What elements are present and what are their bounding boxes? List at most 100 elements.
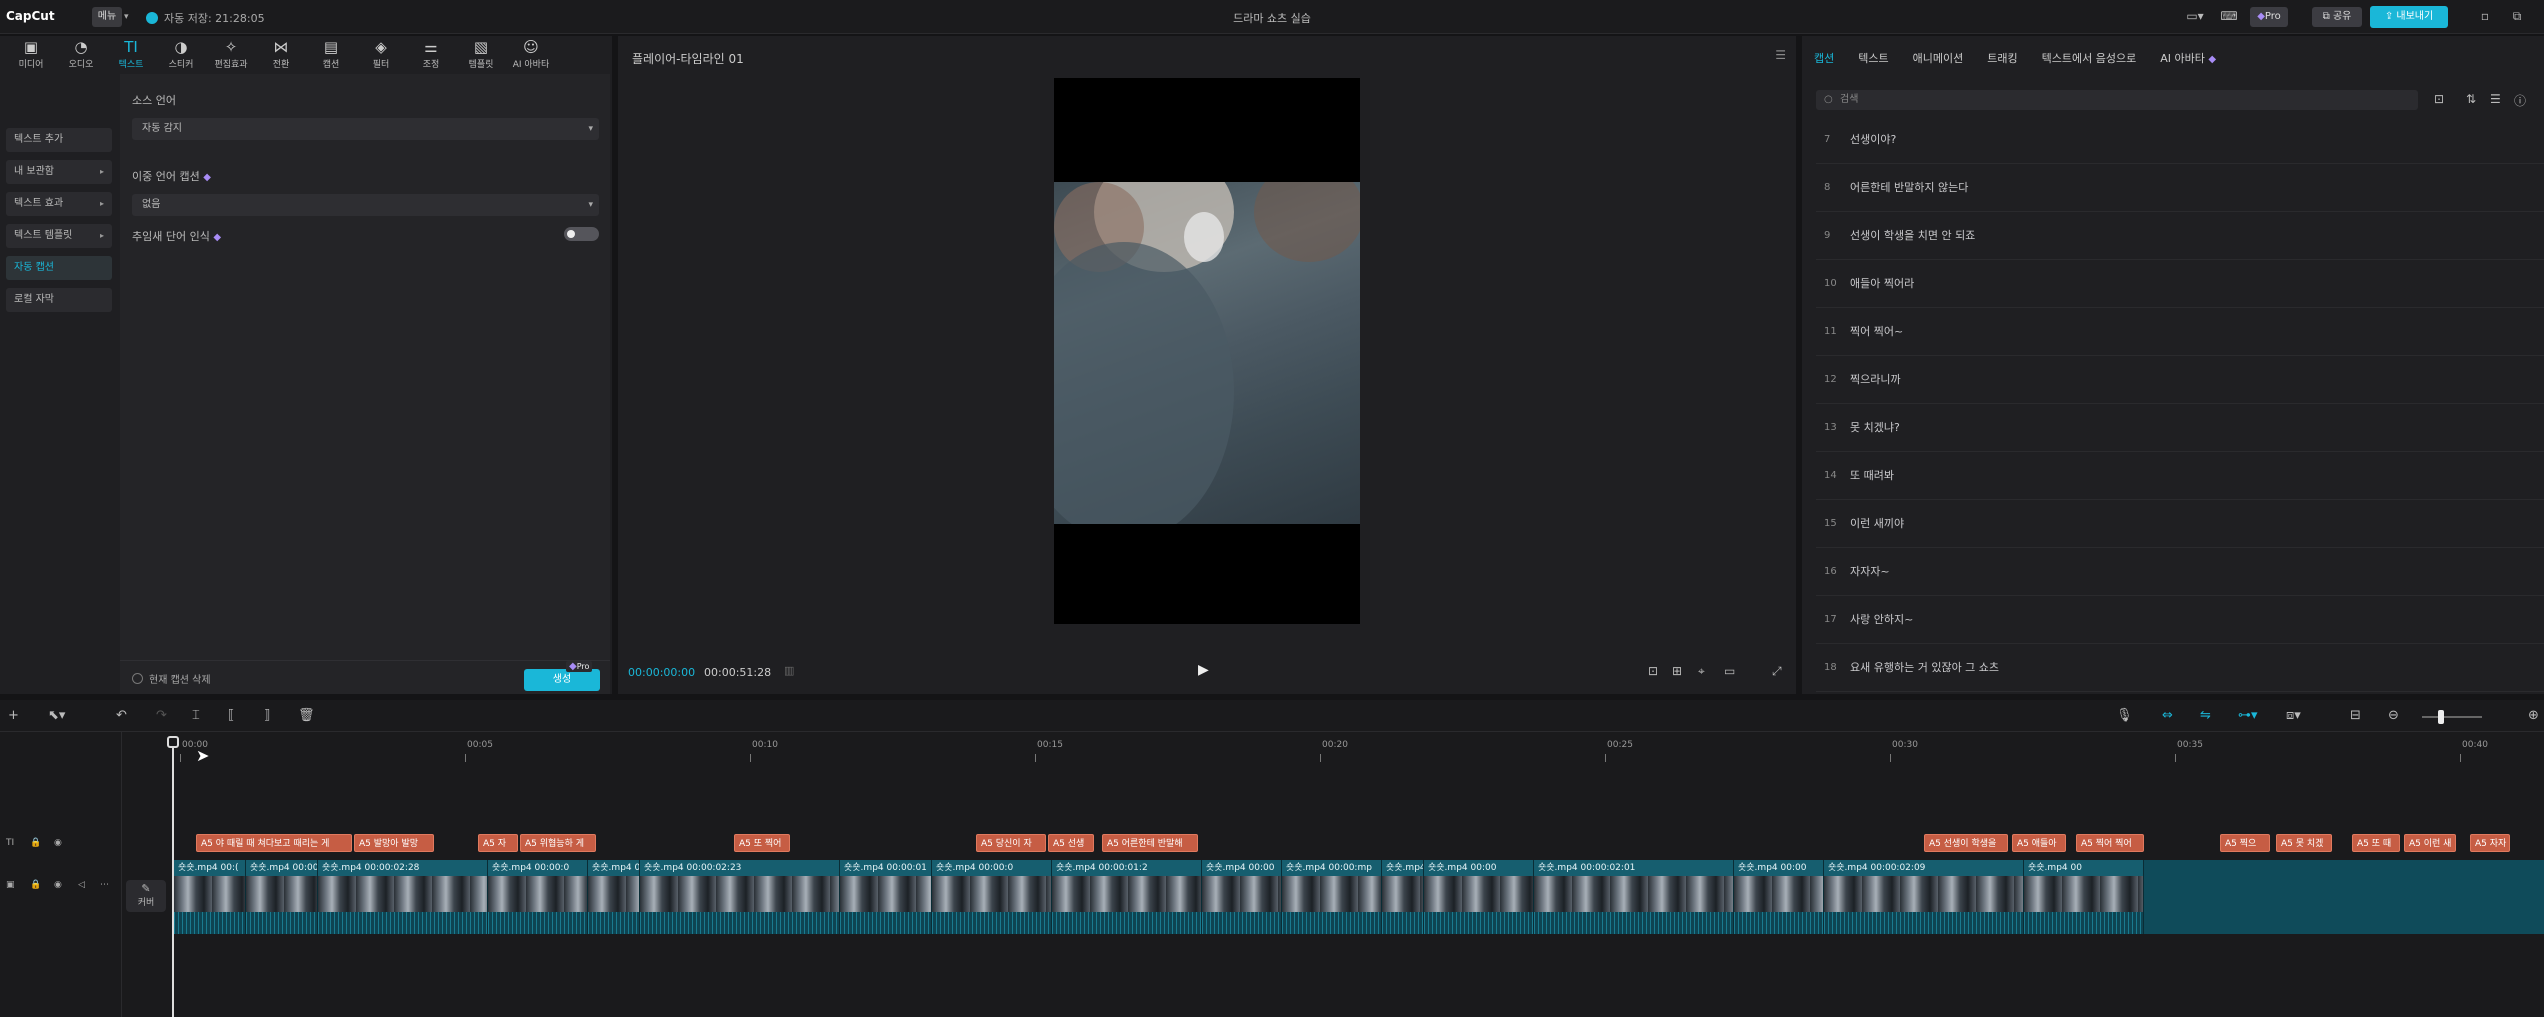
text-clip[interactable]: A5 또 찍어 — [734, 834, 790, 852]
tab-audio[interactable]: ◔ 오디오 — [56, 36, 106, 74]
caption-text[interactable]: 어른한테 반말하지 않는다 — [1850, 164, 1968, 211]
caption-row[interactable]: 7 선생이야? — [1816, 116, 2544, 164]
clear-captions-checkbox[interactable]: 현재 캡션 삭제 — [132, 671, 211, 686]
tab-animation[interactable]: 애니메이션 — [1913, 50, 1964, 66]
tab-text-to-speech[interactable]: 텍스트에서 음성으로 — [2042, 50, 2137, 66]
playhead[interactable] — [172, 740, 174, 1017]
video-clip[interactable]: 숏숏.mp4 00:00:01:2 — [1052, 860, 1202, 934]
caption-row[interactable]: 15 이런 새끼야 — [1816, 500, 2544, 548]
caption-row[interactable]: 10 애들아 찍어라 — [1816, 260, 2544, 308]
fullscreen-icon[interactable]: ⤢ — [1772, 664, 1782, 679]
tab-filter[interactable]: ◈ 필터 — [356, 36, 406, 74]
minimize-icon[interactable]: ▫ — [2476, 9, 2494, 25]
subnav-my-library[interactable]: 내 보관함 ▸ — [6, 160, 112, 184]
eye-icon[interactable]: ◉ — [54, 880, 62, 890]
caption-text[interactable]: 사랑 안하지~ — [1850, 596, 1913, 643]
caption-text[interactable]: 선생이야? — [1850, 116, 1896, 163]
lock-icon[interactable]: 🔒 — [30, 880, 41, 890]
video-clip[interactable]: 숏숏.mp4 00:00:0 — [488, 860, 588, 934]
menu-icon[interactable]: ☰ — [1775, 48, 1786, 62]
tab-adjust[interactable]: ⚌ 조정 — [406, 36, 456, 74]
text-clip[interactable]: A5 또 때 — [2352, 834, 2400, 852]
tab-captions[interactable]: ▤ 캡션 — [306, 36, 356, 74]
caption-text[interactable]: 또 때려봐 — [1850, 452, 1894, 499]
tab-effects[interactable]: ✧ 편집효과 — [206, 36, 256, 74]
ratio-icon[interactable]: ▭ — [1724, 664, 1735, 678]
caption-row[interactable]: 9 선생이 학생을 치면 안 되죠 — [1816, 212, 2544, 260]
caption-row[interactable]: 8 어른한테 반말하지 않는다 — [1816, 164, 2544, 212]
tab-ai-avatar[interactable]: ☺ AI 아바타 — [506, 36, 556, 74]
tab-sticker[interactable]: ◑ 스티커 — [156, 36, 206, 74]
caption-row[interactable]: 13 못 치겠냐? — [1816, 404, 2544, 452]
tab-media[interactable]: ▣ 미디어 — [6, 36, 56, 74]
caption-text[interactable]: 찍어 찍어~ — [1850, 308, 1903, 355]
caption-text[interactable]: 못 치겠냐? — [1850, 404, 1900, 451]
video-clip[interactable]: 숏숏.mp4 00:00:mp — [1282, 860, 1382, 934]
subnav-local-subtitles[interactable]: 로컬 자막 — [6, 288, 112, 312]
text-clip[interactable]: A5 어른한테 반말해 — [1102, 834, 1198, 852]
text-clip[interactable]: A5 선생이 학생을 — [1924, 834, 2008, 852]
cover-button[interactable]: ✎ 커버 — [126, 880, 166, 912]
caption-text[interactable]: 선생이 학생을 치면 안 되죠 — [1850, 212, 1975, 259]
caption-text[interactable]: 애들아 찍어라 — [1850, 260, 1914, 307]
filler-word-toggle[interactable] — [564, 227, 599, 241]
text-clip[interactable]: A5 자자 — [2470, 834, 2510, 852]
caption-text[interactable]: 자자자~ — [1850, 548, 1890, 595]
video-clip[interactable]: 숏숏.mp4 00:( — [174, 860, 246, 934]
caption-row[interactable]: 12 찍으라니까 — [1816, 356, 2544, 404]
generate-button[interactable]: 생성 — [524, 669, 600, 691]
caption-row[interactable]: 14 또 때려봐 — [1816, 452, 2544, 500]
tab-text[interactable]: TI 텍스트 — [106, 36, 156, 74]
video-viewer[interactable] — [1054, 78, 1360, 624]
text-clip[interactable]: A5 못 치겠 — [2276, 834, 2332, 852]
tab-ai-avatar[interactable]: AI 아바타 ◆ — [2160, 50, 2216, 66]
caption-text[interactable]: 이런 새끼야 — [1850, 500, 1904, 547]
tab-template[interactable]: ▧ 템플릿 — [456, 36, 506, 74]
video-clip[interactable]: 숏숏.mp4 00:00 — [1202, 860, 1282, 934]
shortcut-icon[interactable]: ⌨ — [2220, 9, 2238, 25]
share-button[interactable]: ⧉ 공유 — [2312, 7, 2362, 27]
source-language-select[interactable]: 자동 감지 ▾ — [132, 118, 599, 140]
audio-wave-icon[interactable]: ⊡ — [1648, 664, 1658, 678]
text-clip[interactable]: A5 위협능하 게 — [520, 834, 596, 852]
video-clip[interactable]: 숏숏.mp4 00:00:0 — [246, 860, 318, 934]
list-search-icon[interactable]: ☰ — [2490, 92, 2501, 106]
subnav-auto-captions[interactable]: 자동 캡션 — [6, 256, 112, 280]
video-clip[interactable]: 숏숏.mp4 0 — [1382, 860, 1424, 934]
video-clip[interactable]: 숏숏.mp4 00:00:01 — [840, 860, 932, 934]
text-clip[interactable]: A5 당신이 자 — [976, 834, 1046, 852]
video-clip[interactable]: 숏숏.mp4 00 — [2024, 860, 2144, 934]
image-icon[interactable]: ⊡ — [2434, 92, 2444, 106]
mute-icon[interactable]: ◁ — [78, 880, 85, 890]
caption-text[interactable]: 요새 유행하는 거 있잖아 그 쇼츠 — [1850, 644, 1999, 691]
more-icon[interactable]: ⋯ — [100, 880, 109, 890]
playhead-handle[interactable] — [167, 736, 179, 748]
text-clip[interactable]: A5 이런 새 — [2404, 834, 2456, 852]
video-clip[interactable]: 숏숏.mp4 00:00:02:09 — [1824, 860, 2024, 934]
text-clip[interactable]: A5 애들아 — [2012, 834, 2066, 852]
video-clip[interactable]: 숏숏.mp4 00:00:02:01 — [1534, 860, 1734, 934]
text-clip[interactable]: A5 찍어 찍어 — [2076, 834, 2144, 852]
video-clip[interactable]: 숏숏.mp4 0 — [588, 860, 640, 934]
crop-icon[interactable]: ⊞ — [1672, 664, 1682, 678]
video-clip[interactable]: 숏숏.mp4 00:00:0 — [932, 860, 1052, 934]
caption-row[interactable]: 16 자자자~ — [1816, 548, 2544, 596]
video-clip[interactable]: 숏숏.mp4 00:00:02:23 — [640, 860, 840, 934]
tab-transition[interactable]: ⋈ 전환 — [256, 36, 306, 74]
tab-tracking[interactable]: 트래킹 — [1987, 50, 2017, 66]
layout-icon[interactable]: ▭▾ — [2186, 9, 2204, 25]
video-clip[interactable]: 숏숏.mp4 00:00:02:28 — [318, 860, 488, 934]
caption-text[interactable]: 찍으라니까 — [1850, 356, 1901, 403]
text-clip[interactable]: A5 발망아 발망 — [354, 834, 434, 852]
export-button[interactable]: ⇪ 내보내기 — [2370, 6, 2448, 28]
text-clip[interactable]: A5 야 때릴 때 쳐다보고 때리는 게 — [196, 834, 352, 852]
bilingual-select[interactable]: 없음 ▾ — [132, 194, 599, 216]
pro-button[interactable]: ◆Pro — [2250, 7, 2288, 27]
caption-row[interactable]: 18 요새 유행하는 거 있잖아 그 쇼츠 — [1816, 644, 2544, 692]
video-clip[interactable]: 숏숏.mp4 00:00 — [1424, 860, 1534, 934]
caption-search-input[interactable]: ○ 검색 — [1816, 90, 2418, 110]
tab-text[interactable]: 텍스트 — [1858, 50, 1888, 66]
help-icon[interactable]: ⓘ — [2514, 92, 2526, 109]
sort-icon[interactable]: ⇅ — [2466, 92, 2476, 106]
play-icon[interactable]: ▶ — [1198, 662, 1209, 678]
